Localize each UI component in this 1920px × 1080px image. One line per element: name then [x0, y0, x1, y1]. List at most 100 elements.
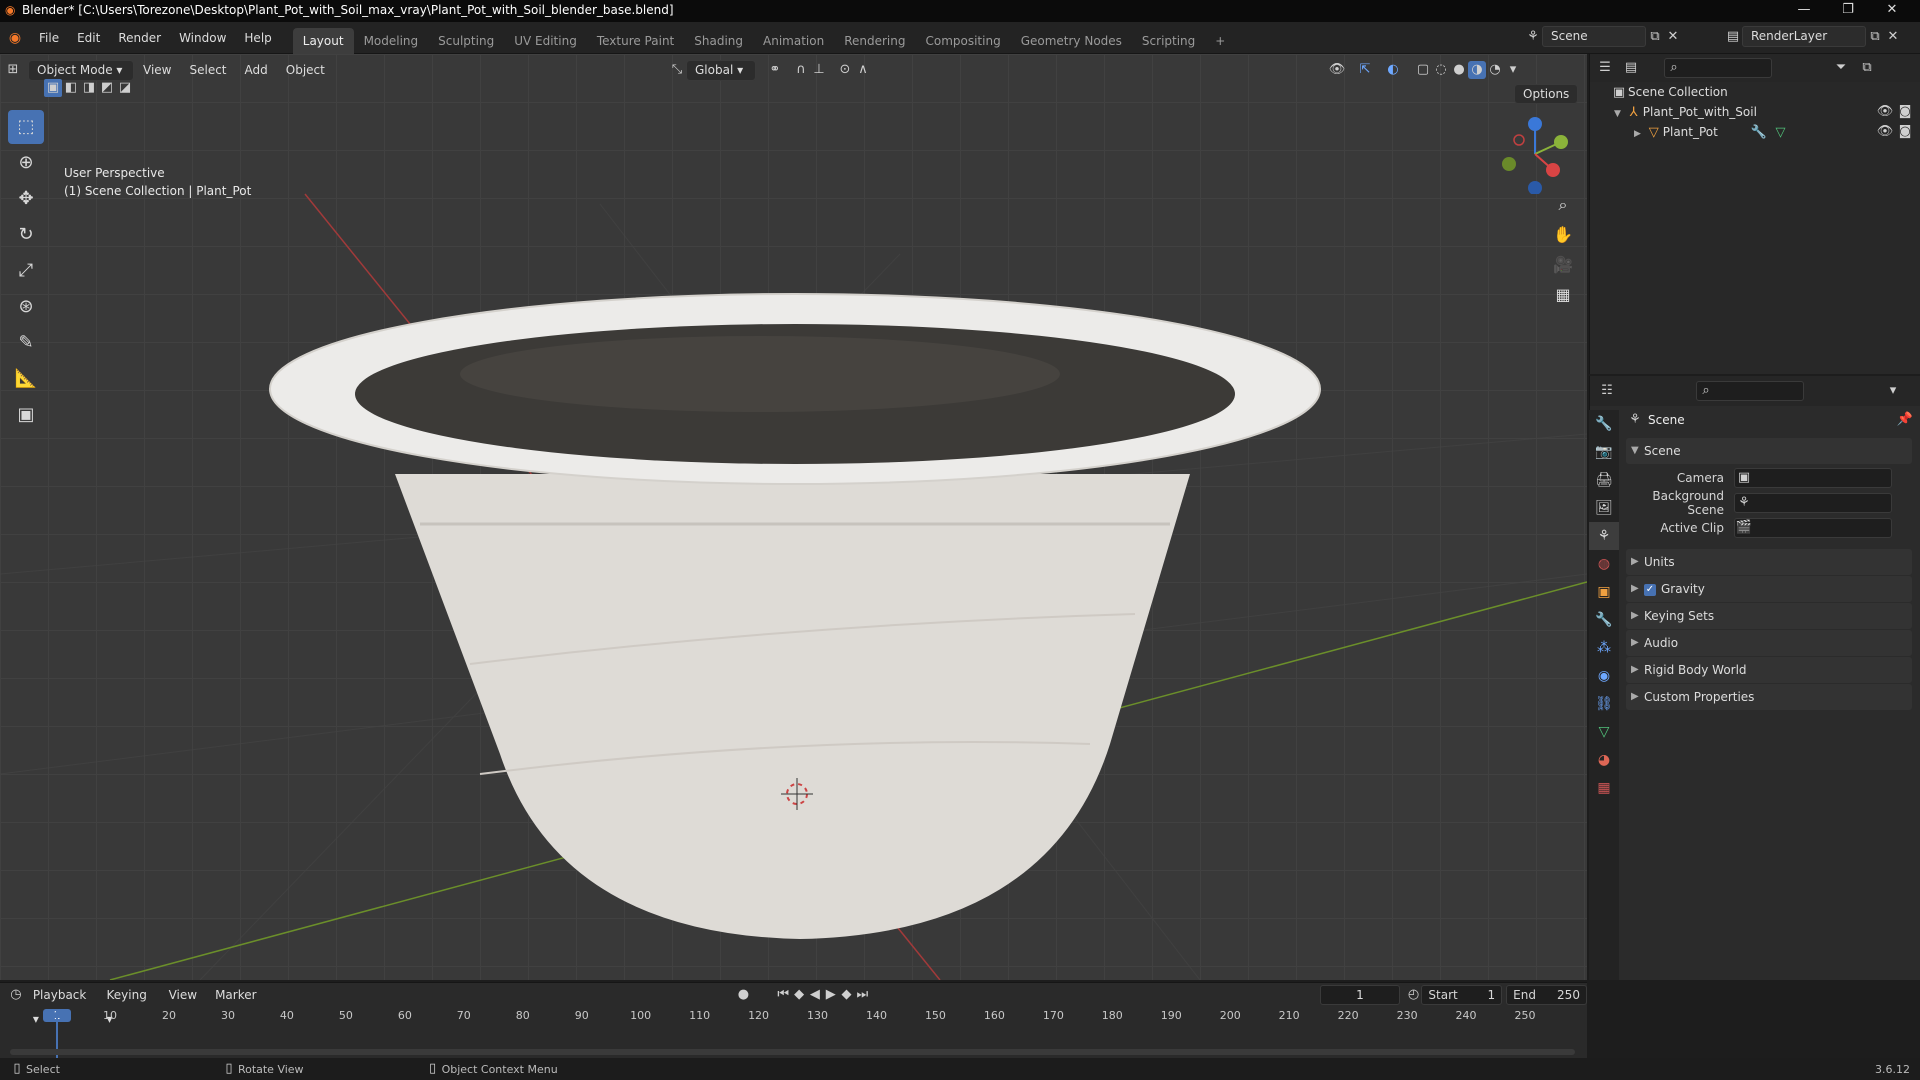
- collapse-chevron-icon[interactable]: ▶: [1634, 129, 1641, 139]
- camera-view-icon[interactable]: 🎥: [1548, 250, 1578, 280]
- tab-compositing[interactable]: Compositing: [915, 28, 1010, 54]
- timeline-menu-view[interactable]: View: [160, 983, 206, 1007]
- background-scene-field[interactable]: ⚘: [1734, 492, 1892, 513]
- start-frame-field[interactable]: Start 1: [1421, 985, 1503, 1005]
- next-keyframe-icon[interactable]: ◆: [839, 986, 855, 1004]
- shading-options-icon[interactable]: ▾: [1504, 61, 1522, 79]
- outliner-row-plant-pot-with-soil[interactable]: ▼ ⅄ Plant_Pot_with_Soil 👁 ◙: [1590, 102, 1920, 122]
- orientation-select[interactable]: Global ▾: [686, 59, 756, 81]
- active-clip-field[interactable]: 🎬: [1734, 517, 1892, 538]
- scene-name-field[interactable]: Scene: [1542, 26, 1646, 47]
- tab-texture-paint[interactable]: Texture Paint: [587, 28, 684, 54]
- jump-start-icon[interactable]: ⏮: [775, 986, 791, 1004]
- camera-field[interactable]: ▣: [1734, 467, 1892, 488]
- jump-end-icon[interactable]: ⏭: [854, 986, 870, 1004]
- maximize-button[interactable]: ❐: [1826, 0, 1870, 22]
- properties-editor-icon[interactable]: ☷: [1598, 382, 1616, 400]
- transform-tool-icon[interactable]: ⊛: [8, 290, 44, 324]
- gravity-checkbox[interactable]: ✓: [1644, 583, 1656, 596]
- new-collection-icon[interactable]: ⧉: [1858, 59, 1876, 77]
- data-tab-icon[interactable]: ▽: [1589, 718, 1619, 746]
- scale-tool-icon[interactable]: ⤢: [8, 254, 44, 288]
- eye-icon[interactable]: 👁: [1876, 103, 1894, 121]
- panel-gravity[interactable]: ▶ ✓ Gravity: [1626, 576, 1912, 602]
- tab-modeling[interactable]: Modeling: [354, 28, 429, 54]
- timeline-scrollbar[interactable]: [10, 1049, 1575, 1055]
- timeline-menu-playback[interactable]: Playback ▾: [24, 983, 98, 1026]
- menu-window[interactable]: Window: [170, 22, 235, 54]
- tool-tab-icon[interactable]: 🔧: [1589, 410, 1619, 438]
- menu-render[interactable]: Render: [109, 22, 170, 54]
- tab-uv-editing[interactable]: UV Editing: [504, 28, 587, 54]
- annotate-tool-icon[interactable]: ✎: [8, 326, 44, 360]
- vp-menu-add[interactable]: Add: [236, 58, 277, 82]
- tab-rendering[interactable]: Rendering: [834, 28, 915, 54]
- display-mode-icon[interactable]: ▤: [1622, 59, 1640, 77]
- timeline-menu-keying[interactable]: Keying ▾: [98, 983, 160, 1026]
- new-layer-icon[interactable]: ⧉: [1866, 28, 1884, 46]
- frame-ruler[interactable]: 1102030405060708090100110120130140150160…: [0, 1009, 1587, 1029]
- particles-tab-icon[interactable]: ⁂: [1589, 634, 1619, 662]
- falloff-icon[interactable]: ∧: [854, 61, 872, 79]
- material-shading-icon[interactable]: ◑: [1468, 61, 1486, 79]
- camera-render-icon[interactable]: ◙: [1896, 123, 1914, 141]
- xray-icon[interactable]: ▢: [1414, 61, 1432, 79]
- camera-render-icon[interactable]: ◙: [1896, 103, 1914, 121]
- panel-scene[interactable]: ▼ Scene: [1626, 438, 1912, 464]
- view-layer-tab-icon[interactable]: 🖼: [1589, 494, 1619, 522]
- menu-file[interactable]: File: [30, 22, 68, 54]
- outliner-search-input[interactable]: ⌕: [1664, 58, 1772, 78]
- tab-animation[interactable]: Animation: [753, 28, 834, 54]
- snap-icon[interactable]: ∩: [792, 61, 810, 79]
- new-scene-icon[interactable]: ⧉: [1646, 28, 1664, 46]
- 3d-viewport[interactable]: ⊞ Object Mode ▾ View Select Add Object ⤡…: [0, 54, 1587, 980]
- end-frame-field[interactable]: End 250: [1506, 985, 1587, 1005]
- scene-selector[interactable]: ⚘ Scene ⧉ ✕: [1524, 26, 1682, 47]
- cursor-tool-icon[interactable]: ⊕: [8, 146, 44, 180]
- expand-chevron-icon[interactable]: ▼: [1614, 109, 1621, 119]
- gizmo-icon[interactable]: ⇱: [1356, 61, 1374, 79]
- output-tab-icon[interactable]: 🖨: [1589, 466, 1619, 494]
- properties-options-icon[interactable]: ▾: [1884, 382, 1902, 400]
- add-workspace-icon[interactable]: +: [1205, 28, 1235, 54]
- select-new-icon[interactable]: ▣: [44, 79, 62, 97]
- play-reverse-icon[interactable]: ◀: [807, 986, 823, 1004]
- outliner-row-plant-pot[interactable]: ▶ ▽ Plant_Pot 🔧 ▽ 👁 ◙: [1590, 122, 1920, 142]
- pin-icon[interactable]: 📌: [1896, 411, 1914, 429]
- overlay-icon[interactable]: ◐: [1384, 61, 1402, 79]
- solid-shading-icon[interactable]: ●: [1450, 61, 1468, 79]
- play-icon[interactable]: ▶: [823, 986, 839, 1004]
- select-extend-icon[interactable]: ◧: [62, 79, 80, 97]
- delete-scene-icon[interactable]: ✕: [1664, 28, 1682, 46]
- scene-tab-icon[interactable]: ⚘: [1589, 522, 1619, 550]
- wireframe-shading-icon[interactable]: ◌: [1432, 61, 1450, 79]
- pan-hand-icon[interactable]: ✋: [1548, 220, 1578, 250]
- select-box-tool-icon[interactable]: ⬚: [8, 110, 44, 144]
- select-intersect-icon[interactable]: ◪: [116, 79, 134, 97]
- current-frame-field[interactable]: 1: [1320, 985, 1400, 1005]
- proportional-edit-icon[interactable]: ⊙: [836, 61, 854, 79]
- modifier-tab-icon[interactable]: 🔧: [1589, 606, 1619, 634]
- tab-shading[interactable]: Shading: [684, 28, 753, 54]
- menu-help[interactable]: Help: [235, 22, 280, 54]
- panel-audio[interactable]: ▶ Audio: [1626, 630, 1912, 656]
- world-tab-icon[interactable]: ◍: [1589, 550, 1619, 578]
- panel-rigid-body-world[interactable]: ▶ Rigid Body World: [1626, 657, 1912, 683]
- render-tab-icon[interactable]: 📷: [1589, 438, 1619, 466]
- clock-icon[interactable]: ◴: [1406, 986, 1422, 1004]
- view-layer-selector[interactable]: ▤ RenderLayer ⧉ ✕: [1724, 26, 1902, 47]
- tab-sculpting[interactable]: Sculpting: [428, 28, 504, 54]
- vp-menu-object[interactable]: Object: [277, 58, 334, 82]
- zoom-icon[interactable]: ⌕: [1548, 190, 1578, 220]
- move-tool-icon[interactable]: ✥: [8, 182, 44, 216]
- minimize-button[interactable]: —: [1782, 0, 1826, 22]
- outliner-editor-icon[interactable]: ☰: [1596, 59, 1614, 77]
- tab-scripting[interactable]: Scripting: [1132, 28, 1205, 54]
- rotate-tool-icon[interactable]: ↻: [8, 218, 44, 252]
- material-tab-icon[interactable]: ◕: [1589, 746, 1619, 774]
- texture-tab-icon[interactable]: ▦: [1589, 774, 1619, 802]
- perspective-toggle-icon[interactable]: ▦: [1548, 280, 1578, 310]
- properties-search-input[interactable]: ⌕: [1696, 381, 1804, 401]
- snap-target-icon[interactable]: ⊥: [810, 61, 828, 79]
- add-cube-tool-icon[interactable]: ▣: [8, 398, 44, 432]
